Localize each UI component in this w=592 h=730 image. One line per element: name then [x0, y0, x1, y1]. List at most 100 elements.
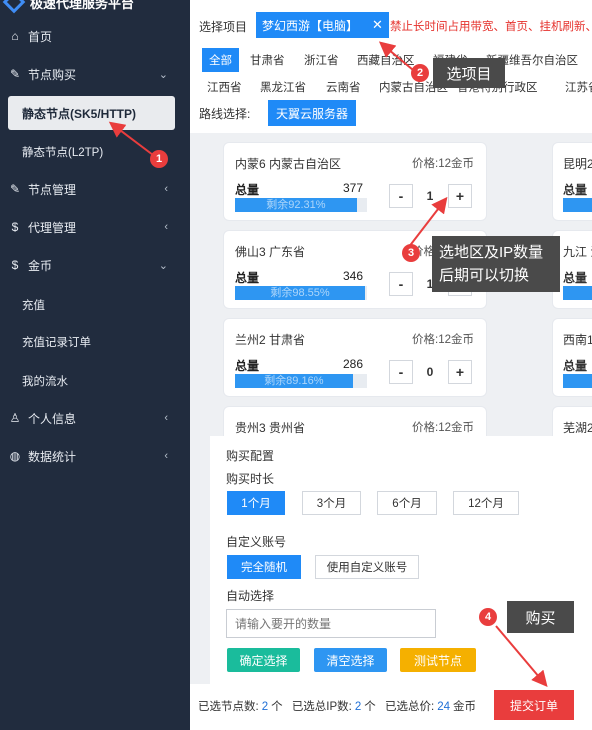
province-option[interactable]: 内蒙古自治区 — [379, 79, 448, 95]
confirm-selection-button[interactable]: 确定选择 — [227, 648, 300, 672]
sidebar-item-my-flow[interactable]: 我的流水 — [0, 363, 190, 399]
province-option[interactable]: 黑龙江省 — [260, 79, 306, 95]
quantity-value[interactable]: 1 — [416, 277, 444, 291]
total-price-label: 已选总价: — [384, 701, 435, 713]
decrease-button[interactable]: - — [389, 272, 413, 296]
account-random-option[interactable]: 完全随机 — [227, 555, 301, 579]
sidebar-item-node-management[interactable]: ✎ 节点管理 ‹ — [0, 171, 190, 207]
sidebar-item-proxy-management[interactable]: $ 代理管理 ‹ — [0, 209, 190, 245]
node-name: 昆明2 — [563, 157, 592, 171]
duration-label: 购买时长 — [226, 472, 275, 486]
node-card-cropped: 九江 江 总量 — [552, 230, 592, 309]
province-option[interactable]: 云南省 — [326, 79, 361, 95]
province-all[interactable]: 全部 — [202, 48, 239, 72]
auto-select-label: 自动选择 — [226, 589, 275, 603]
custom-account-label: 自定义账号 — [226, 535, 287, 549]
sidebar-item-label: 首页 — [28, 29, 53, 44]
dollar-icon: $ — [11, 220, 19, 234]
sidebar-item-label: 静态节点(L2TP) — [22, 147, 104, 159]
logo-text: 极速代理服务平台 — [30, 0, 135, 11]
total-label: 总量 — [563, 271, 588, 285]
sidebar: 极速代理服务平台 ⌂ 首页 ✎ 节点购买 ⌄ 静态节点(SK5/HTTP) 静态… — [0, 0, 190, 730]
sidebar-item-label: 我的流水 — [22, 376, 68, 388]
province-option[interactable]: 江西省 — [207, 79, 242, 95]
selected-ips-unit: 个 — [364, 701, 376, 713]
clear-selection-button[interactable]: 清空选择 — [314, 648, 387, 672]
node-name: 西南1 — [563, 333, 592, 347]
province-option[interactable]: 西藏自治区 — [357, 52, 415, 68]
home-icon: ⌂ — [11, 29, 19, 43]
increase-button[interactable]: + — [448, 360, 472, 384]
selected-nodes-value: 2 — [261, 701, 269, 713]
purchase-config-title: 购买配置 — [226, 449, 275, 463]
submit-order-button[interactable]: 提交订单 — [494, 690, 574, 720]
close-icon[interactable]: ✕ — [372, 17, 383, 33]
total-value: 286 — [343, 357, 364, 371]
chevron-left-icon: ‹ — [164, 221, 168, 233]
remaining-bar — [563, 286, 592, 300]
total-value: 346 — [343, 269, 364, 283]
route-option-button[interactable]: 天翼云服务器 — [268, 100, 357, 126]
main-content: 选择项目 梦幻西游【电脑】 ✕ 禁止长时间占用带宽、首页、挂机刷新、 全部 甘肃… — [190, 0, 592, 730]
sidebar-item-label: 充值记录订单 — [22, 337, 91, 349]
sidebar-item-node-purchase[interactable]: ✎ 节点购买 ⌄ — [0, 56, 190, 92]
total-label: 总量 — [235, 359, 260, 373]
province-option[interactable]: 福建省 — [433, 52, 468, 68]
purchase-config-panel: 购买配置 购买时长 1个月 3个月 6个月 12个月 自定义账号 完全随机 使用… — [210, 436, 592, 684]
test-node-button[interactable]: 测试节点 — [400, 648, 476, 672]
account-custom-option[interactable]: 使用自定义账号 — [315, 555, 419, 579]
increase-button[interactable]: + — [448, 184, 472, 208]
user-icon: ♙ — [9, 411, 21, 425]
remaining-fill: 剩余92.31% — [235, 198, 357, 212]
tools-icon: ✎ — [9, 182, 21, 196]
selected-nodes-label: 已选节点数: — [198, 701, 259, 713]
sidebar-item-static-sk5[interactable]: 静态节点(SK5/HTTP) — [8, 96, 175, 130]
node-name: 内蒙6 内蒙古自治区 — [235, 157, 342, 171]
duration-6-months[interactable]: 6个月 — [377, 491, 437, 515]
sidebar-item-label: 充值 — [22, 300, 45, 312]
duration-3-months[interactable]: 3个月 — [302, 491, 361, 515]
total-label: 总量 — [235, 183, 260, 197]
province-option[interactable]: 香港特别行政区 — [457, 79, 538, 95]
auto-quantity-input[interactable] — [226, 609, 436, 638]
chevron-left-icon: ‹ — [164, 183, 168, 195]
chevron-down-icon: ⌄ — [158, 68, 168, 81]
quantity-value[interactable]: 1 — [416, 189, 444, 203]
chevron-left-icon: ‹ — [164, 412, 168, 424]
sidebar-item-profile[interactable]: ♙ 个人信息 ‹ — [0, 400, 190, 436]
node-card-cropped: 西南1 总量 — [552, 318, 592, 397]
sidebar-item-recharge-orders[interactable]: 充值记录订单 — [0, 324, 190, 360]
order-summary-bar: 已选节点数: 2 个 已选总IP数: 2 个 已选总价: 24 金币 提交订单 — [190, 684, 592, 730]
province-option[interactable]: 新疆维吾尔自治区 — [486, 52, 578, 68]
remaining-fill: 剩余98.55% — [235, 286, 366, 300]
decrease-button[interactable]: - — [389, 184, 413, 208]
province-option[interactable]: 甘肃省 — [250, 52, 285, 68]
sidebar-item-home[interactable]: ⌂ 首页 — [0, 18, 190, 54]
decrease-button[interactable]: - — [389, 360, 413, 384]
province-option[interactable]: 江苏省 — [565, 79, 592, 95]
node-name: 芜湖2 — [563, 421, 592, 435]
province-option[interactable]: 浙江省 — [304, 52, 339, 68]
warning-text: 禁止长时间占用带宽、首页、挂机刷新、 — [390, 21, 592, 33]
selected-nodes-unit: 个 — [271, 701, 283, 713]
duration-12-months[interactable]: 12个月 — [453, 491, 519, 515]
globe-icon: ◍ — [9, 449, 21, 463]
quantity-value[interactable]: 0 — [416, 365, 444, 379]
duration-1-month[interactable]: 1个月 — [227, 491, 285, 515]
total-label: 总量 — [563, 183, 588, 197]
sidebar-item-static-l2tp[interactable]: 静态节点(L2TP) — [0, 134, 190, 170]
remaining-bar — [563, 374, 592, 388]
remaining-bar: 剩余92.31% — [235, 198, 367, 212]
increase-button[interactable]: + — [448, 272, 472, 296]
project-tag[interactable]: 梦幻西游【电脑】 ✕ — [256, 12, 389, 38]
sidebar-item-label: 节点管理 — [28, 182, 77, 197]
sidebar-item-coins[interactable]: $ 金币 ⌄ — [0, 247, 190, 283]
node-name: 兰州2 甘肃省 — [235, 333, 306, 347]
order-summary: 已选节点数: 2 个 已选总IP数: 2 个 已选总价: 24 金币 — [198, 698, 476, 714]
chevron-left-icon: ‹ — [164, 450, 168, 462]
sidebar-item-statistics[interactable]: ◍ 数据统计 ‹ — [0, 438, 190, 474]
tools-icon: ✎ — [9, 67, 21, 81]
dollar-icon: $ — [11, 258, 19, 272]
remaining-bar — [563, 198, 592, 212]
sidebar-item-recharge[interactable]: 充值 — [0, 287, 190, 323]
